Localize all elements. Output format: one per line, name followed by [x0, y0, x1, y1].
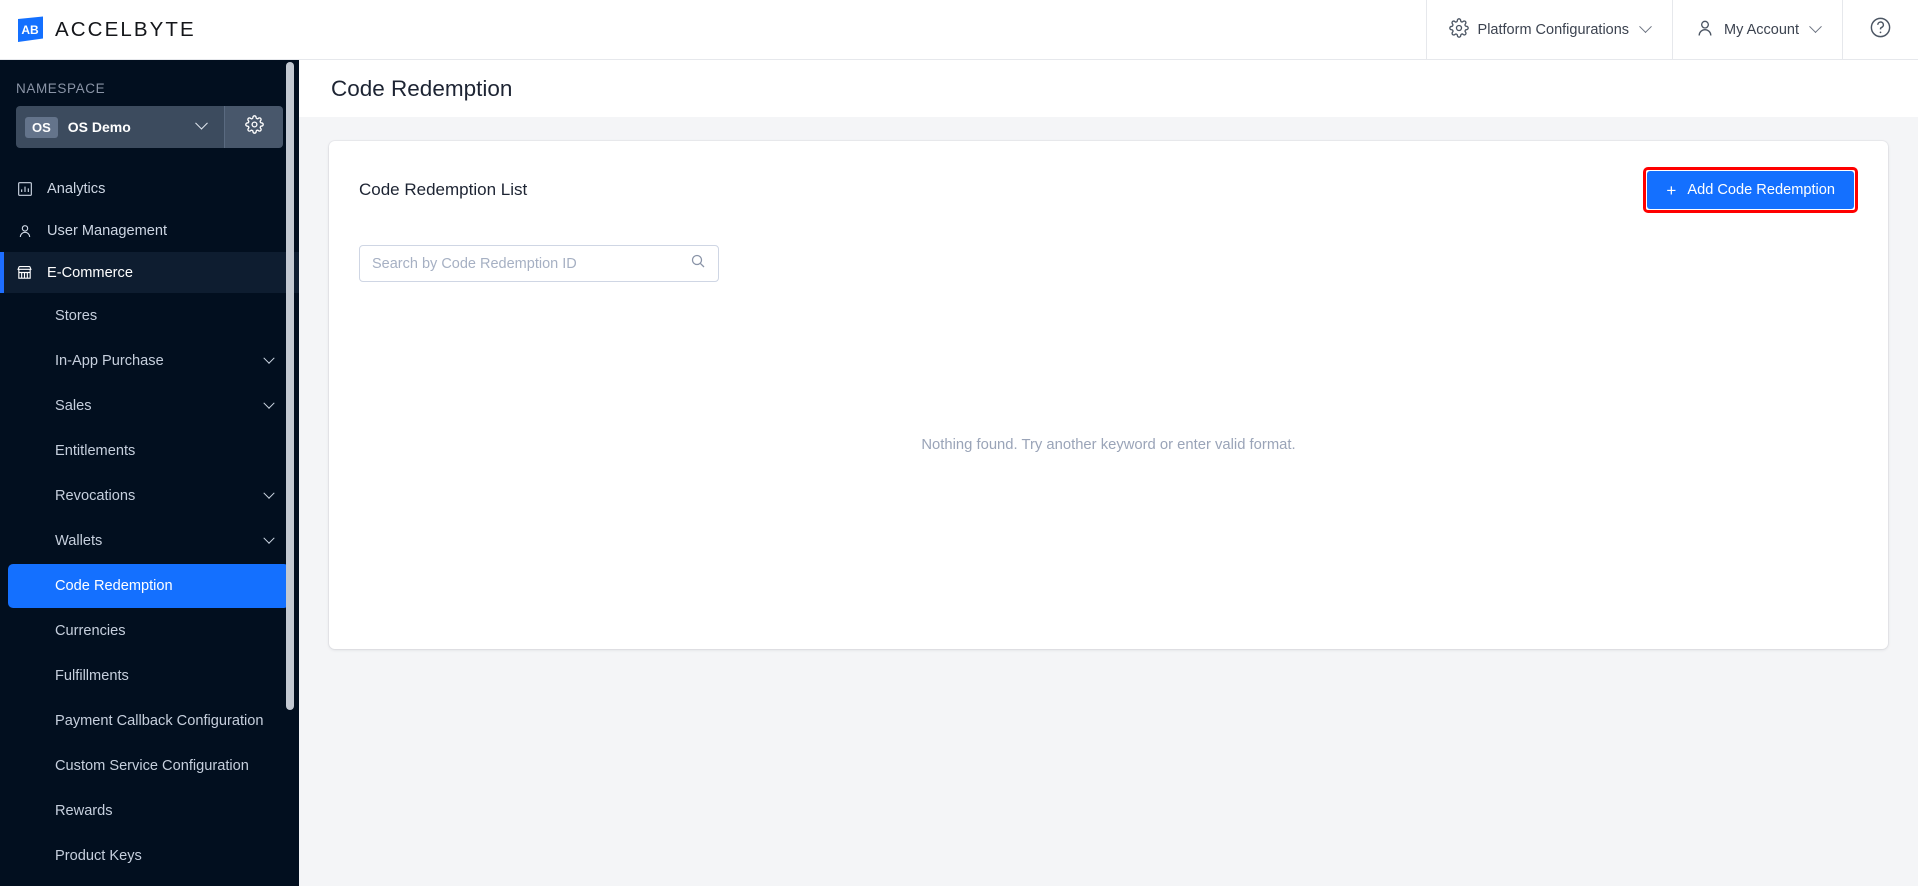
brand-logo[interactable]: AB ACCELBYTE — [0, 0, 196, 59]
user-icon — [16, 222, 33, 239]
namespace-row: OS OS Demo — [16, 106, 283, 148]
sidebar-item-wallets[interactable]: Wallets — [8, 519, 289, 563]
sidebar-item-label: Analytics — [47, 180, 106, 197]
namespace-label: NAMESPACE — [16, 81, 106, 96]
top-header: AB ACCELBYTE Platform Configurations My … — [0, 0, 1918, 60]
sidebar-item-label: Entitlements — [55, 443, 136, 459]
namespace-selector[interactable]: OS OS Demo — [16, 106, 224, 148]
my-account-label: My Account — [1724, 21, 1799, 38]
brand-wordmark: ACCELBYTE — [55, 17, 196, 41]
search-field[interactable] — [359, 245, 719, 282]
sidebar-item-rewards[interactable]: Rewards — [8, 789, 289, 833]
bar-chart-icon — [16, 180, 33, 197]
chevron-down-icon — [263, 352, 275, 364]
sidebar-item-label: Product Keys — [55, 848, 142, 864]
sidebar-item-product-keys[interactable]: Product Keys — [8, 834, 289, 878]
sidebar-item-in-app-purchase[interactable]: In-App Purchase — [8, 339, 289, 383]
sidebar-item-revocations[interactable]: Revocations — [8, 474, 289, 518]
main-content: Code Redemption Code Redemption List + A… — [299, 60, 1918, 886]
add-code-redemption-label: Add Code Redemption — [1687, 182, 1835, 198]
chevron-down-icon — [1809, 20, 1822, 34]
sidebar-item-payment-callback-configuration[interactable]: Payment Callback Configuration — [8, 699, 289, 743]
sidebar-item-label: Wallets — [55, 533, 103, 549]
chevron-down-icon — [1639, 20, 1652, 34]
chevron-down-icon — [263, 532, 275, 544]
sidebar-item-label: Code Redemption — [55, 578, 173, 594]
accelbyte-logo-icon: AB — [17, 16, 44, 43]
platform-configurations-menu[interactable]: Platform Configurations — [1425, 0, 1673, 59]
sidebar-item-entitlements[interactable]: Entitlements — [8, 429, 289, 473]
sidebar-item-e-commerce[interactable]: E-Commerce — [0, 252, 299, 293]
sidebar-item-custom-service-configuration[interactable]: Custom Service Configuration — [8, 744, 289, 788]
add-code-redemption-button[interactable]: + Add Code Redemption — [1647, 171, 1854, 209]
sidebar-item-label: User Management — [47, 222, 168, 239]
code-redemption-list-card: Code Redemption List + Add Code Redempti… — [329, 141, 1888, 649]
gear-icon — [244, 115, 264, 139]
sidebar-item-stores[interactable]: Stores — [8, 294, 289, 338]
gear-icon — [1448, 17, 1469, 42]
card-header: Code Redemption List + Add Code Redempti… — [329, 141, 1888, 213]
namespace-name: OS Demo — [67, 119, 131, 135]
svg-text:AB: AB — [21, 23, 39, 37]
add-code-redemption-highlight: + Add Code Redemption — [1643, 167, 1858, 213]
page-title: Code Redemption — [331, 75, 513, 101]
sidebar-item-label: Payment Callback Configuration — [55, 713, 264, 729]
sidebar-item-label: Custom Service Configuration — [55, 758, 249, 774]
sidebar-item-label: Rewards — [55, 803, 113, 819]
empty-state: Nothing found. Try another keyword or en… — [329, 282, 1888, 649]
platform-configurations-label: Platform Configurations — [1477, 21, 1630, 38]
sidebar-item-label: Revocations — [55, 488, 136, 504]
sidebar-item-label: In-App Purchase — [55, 353, 164, 369]
sidebar-item-fulfillments[interactable]: Fulfillments — [8, 654, 289, 698]
sidebar-item-label: Currencies — [55, 623, 126, 639]
sidebar-item-user-management[interactable]: User Management — [0, 210, 299, 251]
sidebar-item-label: E-Commerce — [47, 264, 133, 281]
chevron-down-icon — [263, 397, 275, 409]
empty-state-message: Nothing found. Try another keyword or en… — [921, 436, 1296, 453]
user-icon — [1695, 18, 1715, 42]
namespace-badge: OS — [25, 116, 58, 138]
sidebar-item-currencies[interactable]: Currencies — [8, 609, 289, 653]
header-spacer — [196, 0, 1426, 59]
sidebar-scrollbar-thumb[interactable] — [286, 62, 294, 710]
sidebar: NAMESPACE OS OS Demo Analytics User Mana… — [0, 60, 299, 886]
search-icon[interactable] — [690, 253, 706, 274]
sidebar-item-analytics[interactable]: Analytics — [0, 168, 299, 209]
search-input[interactable] — [372, 255, 690, 272]
sidebar-item-label: Stores — [55, 308, 98, 324]
help-button[interactable] — [1842, 0, 1918, 59]
card-title: Code Redemption List — [359, 180, 528, 199]
help-circle-icon — [1869, 16, 1892, 43]
chevron-down-icon — [263, 487, 275, 499]
page-header: Code Redemption — [299, 60, 1918, 117]
sidebar-nav: Analytics User Management E-Commerce Sto… — [0, 168, 299, 878]
store-icon — [16, 264, 33, 281]
sidebar-item-label: Fulfillments — [55, 668, 129, 684]
sidebar-item-label: Sales — [55, 398, 92, 414]
sidebar-item-code-redemption[interactable]: Code Redemption — [8, 564, 289, 608]
my-account-menu[interactable]: My Account — [1672, 0, 1842, 59]
chevron-down-icon — [195, 116, 208, 130]
namespace-settings-button[interactable] — [224, 106, 283, 148]
sidebar-item-sales[interactable]: Sales — [8, 384, 289, 428]
plus-icon: + — [1666, 180, 1677, 200]
